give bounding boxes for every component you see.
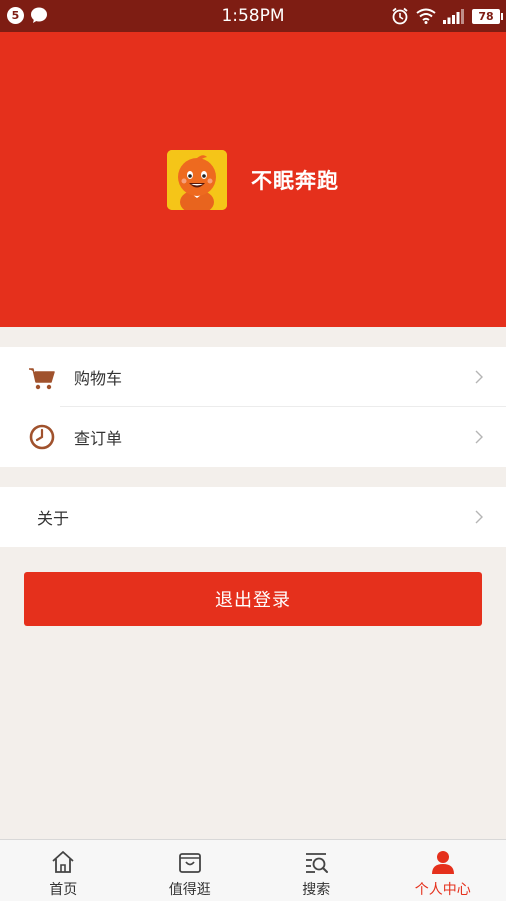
home-icon (50, 849, 76, 875)
menu-item-cart[interactable]: 购物车 (0, 347, 506, 407)
tab-home-label: 首页 (49, 879, 77, 899)
chevron-right-icon (474, 369, 484, 385)
menu-group-about: 关于 (0, 487, 506, 547)
about-label: 关于 (37, 505, 69, 529)
menu-item-orders[interactable]: 查订单 (0, 407, 506, 467)
status-bar: 5 1:58PM 78 (0, 0, 506, 32)
mascot-avatar-icon (167, 150, 227, 210)
cart-label: 购物车 (74, 365, 122, 389)
tab-discover[interactable]: 值得逛 (127, 840, 254, 901)
alarm-icon (391, 7, 409, 25)
tab-profile-label: 个人中心 (415, 879, 471, 899)
battery-icon: 78 (472, 9, 500, 24)
tab-discover-label: 值得逛 (169, 879, 211, 899)
profile-header: 不眠奔跑 (0, 32, 506, 327)
username: 不眠奔跑 (251, 165, 339, 195)
tab-search[interactable]: 搜索 (253, 840, 380, 901)
wifi-icon (416, 8, 436, 24)
chevron-right-icon (474, 429, 484, 445)
signal-icon (443, 9, 465, 24)
menu-item-about[interactable]: 关于 (0, 487, 506, 547)
tab-home[interactable]: 首页 (0, 840, 127, 901)
logout-button[interactable]: 退出登录 (24, 572, 482, 626)
orders-label: 查订单 (74, 425, 122, 449)
person-icon (430, 849, 456, 875)
tab-profile[interactable]: 个人中心 (380, 840, 506, 901)
chevron-right-icon (474, 509, 484, 525)
search-list-icon (303, 849, 329, 875)
tab-search-label: 搜索 (302, 879, 330, 899)
shopping-bag-icon (177, 849, 203, 875)
clock-icon (28, 423, 56, 451)
bottom-tab-bar: 首页 值得逛 搜索 个人中心 (0, 839, 506, 901)
cart-icon (28, 363, 56, 391)
avatar[interactable] (167, 150, 227, 210)
menu-group-shopping: 购物车 查订单 (0, 347, 506, 467)
